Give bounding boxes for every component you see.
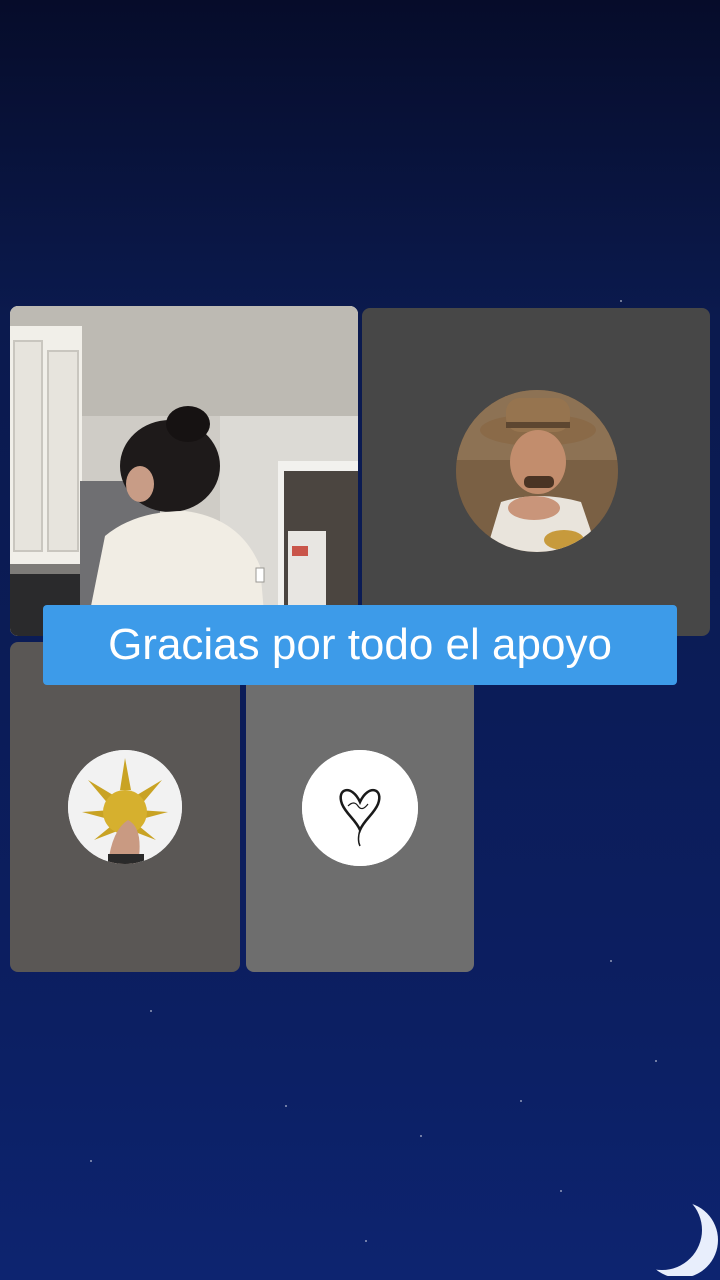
host-camera-feed: [10, 306, 358, 636]
golden-mask-avatar[interactable]: [68, 750, 182, 864]
guest-tile-3[interactable]: [246, 642, 474, 972]
caption-banner: Gracias por todo el apoyo: [43, 605, 677, 685]
heart-signature-avatar[interactable]: [302, 750, 418, 866]
guest-tile-1[interactable]: [362, 308, 710, 636]
crescent-moon-icon: [642, 1202, 718, 1276]
host-video-tile[interactable]: [10, 306, 358, 636]
guest-tile-2[interactable]: [10, 642, 240, 972]
man-with-hat-avatar[interactable]: [456, 390, 618, 552]
